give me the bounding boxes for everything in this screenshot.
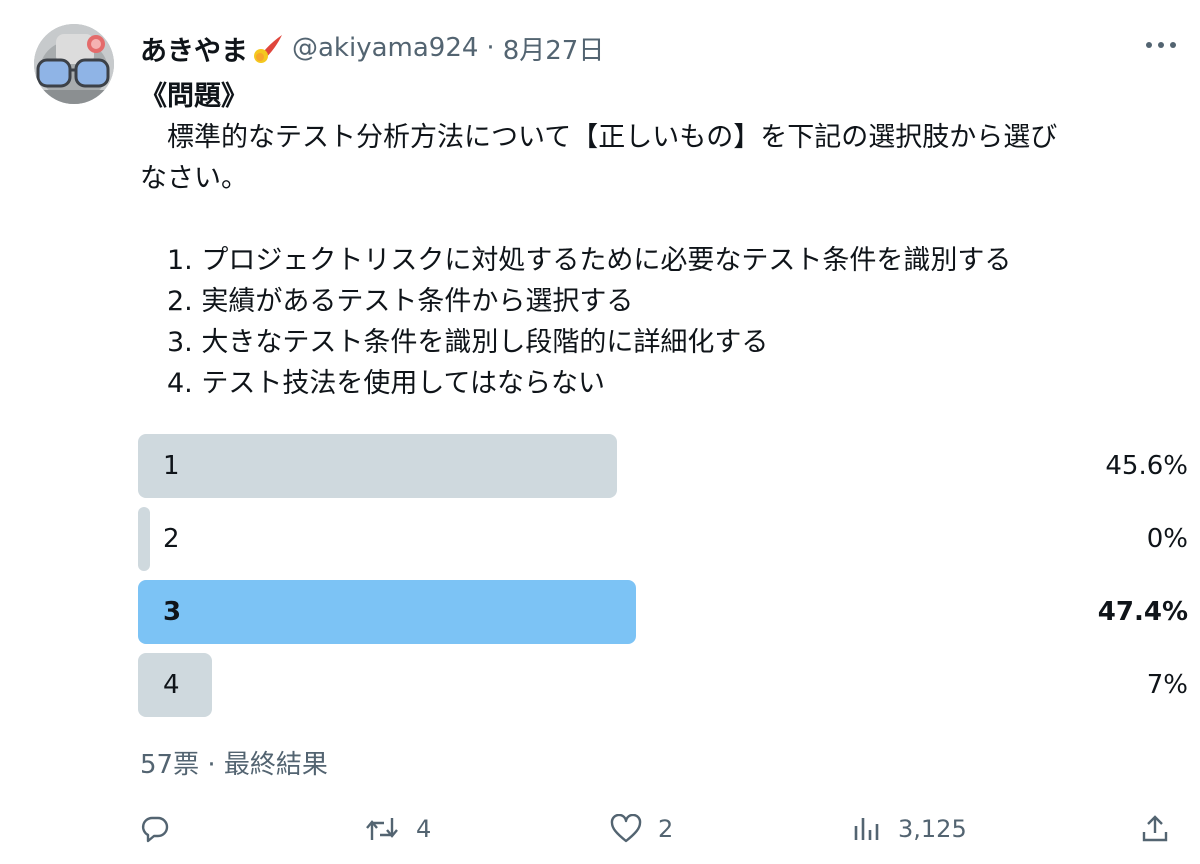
- heart-icon: [610, 814, 642, 844]
- reply-button[interactable]: [140, 806, 170, 852]
- poll-summary: 57票 · 最終結果: [140, 744, 328, 781]
- tweet-text: 《問題》 標準的なテスト分析方法について【正しいもの】を下記の選択肢から選び な…: [140, 76, 1190, 404]
- views-button[interactable]: 3,125: [852, 806, 967, 852]
- poll-choice-3: 3 47.4%: [138, 580, 1188, 644]
- tweet: あきやま @akiyama924 · 8月27日 《問題》 標準的なテスト分析方…: [0, 0, 1200, 864]
- poll-summary-separator: ·: [207, 750, 216, 780]
- poll-choice-2: 2 0%: [138, 507, 1188, 571]
- poll-choice-4: 4 7%: [138, 653, 1188, 717]
- poll-choice-label: 3: [163, 597, 182, 627]
- retweet-button[interactable]: 4: [364, 806, 431, 852]
- poll-bar: [138, 434, 617, 498]
- poll-choice-percent: 45.6%: [1105, 451, 1188, 481]
- poll-choice-percent: 7%: [1146, 670, 1188, 700]
- header-separator: ·: [486, 33, 495, 63]
- poll-bar: [138, 507, 150, 571]
- option-text-1: 1. プロジェクトリスクに対処するために必要なテスト条件を識別する: [140, 245, 1012, 276]
- views-count: 3,125: [898, 815, 967, 843]
- more-options-icon[interactable]: [1138, 30, 1184, 60]
- poll-choice-1: 1 45.6%: [138, 434, 1188, 498]
- question-line-1: 標準的なテスト分析方法について【正しいもの】を下記の選択肢から選び: [140, 122, 1058, 153]
- share-button[interactable]: [1140, 806, 1170, 852]
- poll: 1 45.6% 2 0% 3 47.4% 4 7%: [138, 434, 1188, 726]
- option-text-3: 3. 大きなテスト条件を識別し段階的に詳細化する: [140, 327, 769, 358]
- question-title: 《問題》: [140, 81, 248, 112]
- option-text-4: 4. テスト技法を使用してはならない: [140, 368, 605, 399]
- views-icon: [852, 814, 882, 844]
- poll-choice-label: 1: [163, 451, 180, 481]
- tweet-header: あきやま @akiyama924 · 8月27日: [140, 28, 604, 68]
- retweet-count: 4: [416, 815, 432, 843]
- poll-bar: [138, 580, 636, 644]
- poll-choice-percent: 0%: [1146, 524, 1188, 554]
- poll-votes: 57票: [140, 750, 200, 780]
- option-text-2: 2. 実績があるテスト条件から選択する: [140, 286, 634, 317]
- question-line-2: なさい。: [140, 163, 248, 194]
- like-button[interactable]: 2: [610, 806, 673, 852]
- reply-icon: [140, 814, 170, 844]
- retweet-icon: [364, 814, 400, 844]
- poll-choice-label: 4: [163, 670, 180, 700]
- display-name[interactable]: あきやま: [140, 29, 248, 68]
- like-count: 2: [658, 815, 674, 843]
- comet-emoji-icon: [252, 31, 286, 65]
- user-handle[interactable]: @akiyama924: [292, 33, 478, 63]
- poll-choice-label: 2: [163, 524, 180, 554]
- avatar[interactable]: [34, 24, 114, 104]
- tweet-date[interactable]: 8月27日: [503, 30, 605, 67]
- action-bar: 4 2 3,125: [140, 806, 1190, 852]
- poll-choice-percent: 47.4%: [1097, 597, 1188, 627]
- share-icon: [1140, 814, 1170, 844]
- poll-status: 最終結果: [223, 750, 328, 780]
